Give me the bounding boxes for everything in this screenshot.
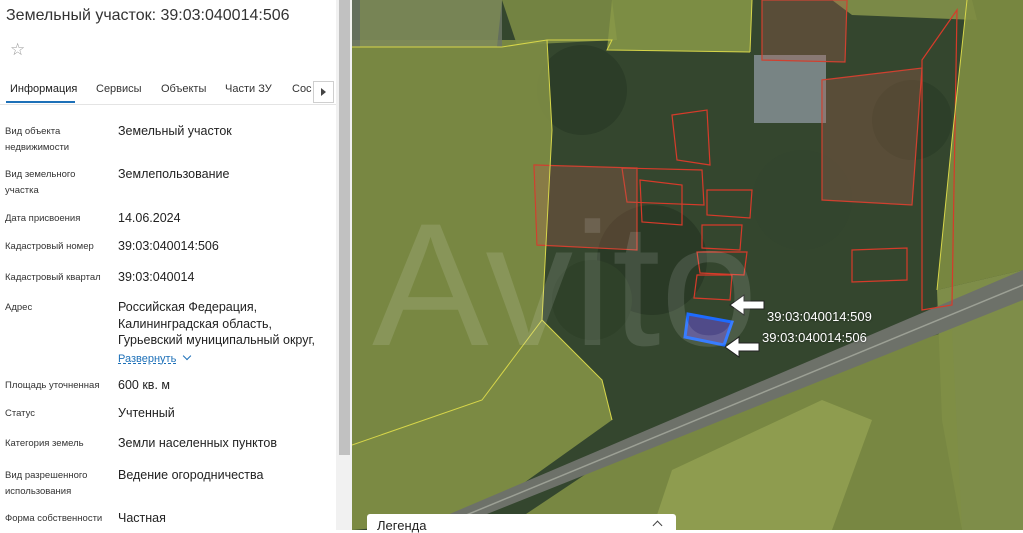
label-object-type: Вид объекта недвижимости (5, 126, 70, 153)
chevron-down-icon (183, 351, 192, 361)
legend-panel[interactable]: Легенда (367, 514, 676, 533)
value-address-line-3: Гурьевский муниципальный округ, (118, 333, 315, 347)
expand-link-label[interactable]: Развернуть (118, 353, 176, 365)
value-cadastral-quarter: 39:03:040014 (118, 270, 195, 284)
value-assign-date: 14.06.2024 (118, 211, 181, 225)
tab-parts[interactable]: Части ЗУ (225, 83, 272, 95)
legend-title: Легенда (377, 518, 427, 533)
label-ownership: Форма собственности (5, 513, 103, 524)
value-status: Учтенный (118, 406, 175, 420)
svg-text:Avito: Avito (372, 188, 758, 383)
chevron-up-icon[interactable] (652, 520, 663, 531)
value-land-category: Земли населенных пунктов (118, 436, 277, 450)
label-address: Адрес (5, 302, 33, 313)
tab-composition[interactable]: Сос (292, 83, 312, 95)
info-panel: Земельный участок: 39:03:040014:506 ☆ Ин… (0, 0, 352, 530)
label-permitted-use: Вид разрешенного использования (5, 470, 88, 497)
value-object-type: Земельный участок (118, 124, 232, 138)
active-tab-indicator (6, 101, 75, 103)
star-icon[interactable]: ☆ (10, 41, 25, 58)
value-land-type: Землепользование (118, 167, 230, 181)
value-address-line-1: Российская Федерация, (118, 300, 258, 314)
value-ownership: Частная (118, 511, 166, 525)
label-assign-date: Дата присвоения (5, 213, 81, 224)
tabs-scroll-right-button[interactable] (313, 81, 334, 103)
tab-divider (0, 104, 336, 105)
panel-scrollbar-thumb[interactable] (339, 0, 350, 455)
expand-address-link[interactable]: Развернуть (118, 350, 192, 367)
label-land-type: Вид земельного участка (5, 169, 76, 196)
label-area: Площадь уточненная (5, 380, 100, 391)
value-permitted-use: Ведение огородничества (118, 468, 264, 482)
tab-objects[interactable]: Объекты (161, 83, 206, 95)
label-cadastral-number: Кадастровый номер (5, 241, 94, 252)
label-cadastral-quarter: Кадастровый квартал (5, 272, 101, 283)
chevron-right-icon (321, 88, 326, 96)
value-cadastral-number: 39:03:040014:506 (118, 239, 219, 253)
annotation-parcel-509: 39:03:040014:509 (767, 309, 872, 324)
tab-info[interactable]: Информация (10, 83, 77, 95)
label-status: Статус (5, 408, 36, 419)
annotation-parcel-506: 39:03:040014:506 (762, 330, 867, 345)
satellite-map: Avito (352, 0, 1023, 530)
tab-services[interactable]: Сервисы (96, 83, 142, 95)
page-title: Земельный участок: 39:03:040014:506 (6, 7, 290, 24)
label-land-category: Категория земель (5, 438, 84, 449)
value-area: 600 кв. м (118, 378, 170, 392)
map-view[interactable]: Avito 39:03:040014:509 39:03:040014:506 (352, 0, 1023, 530)
value-address-line-2: Калининградская область, (118, 317, 272, 331)
